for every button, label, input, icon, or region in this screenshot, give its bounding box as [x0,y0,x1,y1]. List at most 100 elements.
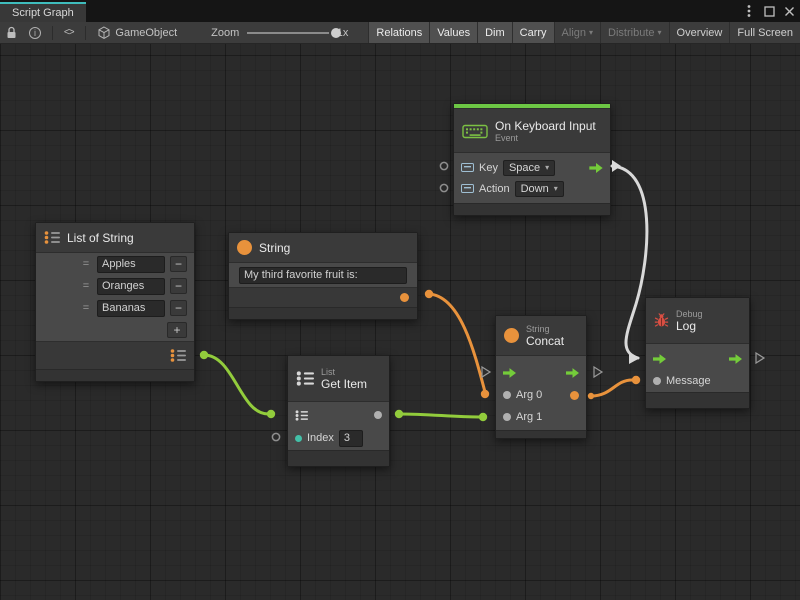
flow-in-arrow-icon[interactable] [503,368,516,378]
overview-button[interactable]: Overview [669,22,730,44]
node-bottom-strip [288,450,389,466]
kebab-menu-icon[interactable] [743,5,755,17]
node-get-item[interactable]: List Get Item Index [287,355,390,467]
node-title: On Keyboard Input [495,119,596,133]
action-value: Down [521,183,549,195]
reorder-handle-icon[interactable]: = [80,258,92,270]
caret-down-icon: ▾ [589,28,593,37]
string-value-row [229,263,417,287]
node-category: String [526,324,564,334]
index-label: Index [307,432,334,444]
keyboard-icon [462,123,488,139]
flow-out-arrow-icon[interactable] [729,354,742,364]
index-port-icon[interactable] [295,435,302,442]
title-bar: Script Graph [0,0,800,22]
list-item-input[interactable] [97,300,165,317]
zoom-slider[interactable] [247,26,329,40]
info-glyph: i [34,28,36,38]
carry-button[interactable]: Carry [512,22,554,44]
remove-item-button[interactable]: − [170,300,187,316]
node-string-literal[interactable]: String [228,232,418,320]
node-header: String Concat [496,316,586,356]
flow-row [496,362,586,384]
list-item-input[interactable] [97,278,165,295]
index-input[interactable] [339,430,363,447]
lock-icon[interactable] [0,22,23,44]
key-dropdown[interactable]: Space ▾ [503,160,555,176]
caret-down-icon: ▾ [658,28,662,37]
fullscreen-button[interactable]: Full Screen [729,22,800,44]
result-port-icon[interactable] [570,391,579,400]
list-item-input[interactable] [97,256,165,273]
remove-item-button[interactable]: − [170,256,187,272]
node-bottom-strip [36,369,194,381]
list-output-port-icon[interactable] [170,349,186,362]
values-button[interactable]: Values [429,22,477,44]
list-output-row [36,341,194,369]
toolbar-separator [52,26,53,40]
index-row: Index [288,426,389,450]
node-on-keyboard-input[interactable]: On Keyboard Input Event Key Space ▾ Acti… [453,103,611,216]
unity-cube-icon [98,26,110,39]
node-title: List of String [67,231,134,245]
add-item-row: + [36,319,194,341]
reorder-handle-icon[interactable]: = [80,280,92,292]
node-concat[interactable]: String Concat Arg 0 Arg 1 [495,315,587,439]
keycap-icon [461,184,474,193]
trigger-flow-out-icon[interactable] [589,163,603,173]
info-icon[interactable]: i [23,22,47,44]
flow-in-arrow-icon[interactable] [653,354,666,364]
arg1-label: Arg 1 [516,411,542,423]
bug-icon [654,313,669,328]
node-category: Debug [676,309,703,319]
key-label: Key [479,162,498,174]
arg1-row: Arg 1 [496,406,586,428]
list-input-port-icon[interactable] [295,410,308,421]
reorder-handle-icon[interactable]: = [80,302,92,314]
node-list-of-string[interactable]: List of String = − = − = − + [35,222,195,382]
arg1-port-icon[interactable] [503,413,511,421]
caret-down-icon: ▾ [554,184,558,193]
arg0-port-icon[interactable] [503,391,511,399]
remove-item-button[interactable]: − [170,278,187,294]
toolbar-toggle-group: Relations Values Dim Carry Align▾ Distri… [368,22,800,44]
list-icon-white [296,371,314,386]
string-value-input[interactable] [239,267,407,284]
string-output-row [229,287,417,307]
node-bottom-strip [496,430,586,438]
node-title: Log [676,319,703,333]
zoom-slider-track[interactable] [247,32,329,34]
zoom-label: Zoom [211,27,239,39]
message-port-icon[interactable] [653,377,661,385]
code-view-icon[interactable]: <> [58,22,80,44]
maximize-icon[interactable] [763,5,775,17]
action-row: Action Down ▾ [454,178,610,199]
node-bottom-strip [454,203,610,215]
close-icon[interactable] [783,5,795,17]
string-output-port-icon[interactable] [400,293,409,302]
node-category: List [321,367,367,377]
string-type-icon [237,240,252,255]
list-item-row: = − [36,253,194,275]
tab-script-graph[interactable]: Script Graph [0,2,86,22]
node-header: On Keyboard Input Event [454,109,610,153]
node-title: Concat [526,334,564,348]
flow-out-arrow-icon[interactable] [566,368,579,378]
action-dropdown[interactable]: Down ▾ [515,181,564,197]
dim-button[interactable]: Dim [477,22,512,44]
node-title: Get Item [321,377,367,391]
zoom-slider-thumb[interactable] [331,28,341,38]
item-output-port-icon[interactable] [374,411,382,419]
node-header: String [229,233,417,263]
toolbar-separator [85,26,86,40]
message-row: Message [646,370,749,392]
gameobject-chip[interactable]: GameObject [90,26,185,39]
graph-toolbar: i <> GameObject Zoom 1x Relations Values… [0,22,800,44]
align-button[interactable]: Align▾ [554,22,600,44]
distribute-button[interactable]: Distribute▾ [600,22,668,44]
relations-button[interactable]: Relations [368,22,429,44]
add-item-button[interactable]: + [167,322,187,338]
list-item-row: = − [36,275,194,297]
keycap-icon [461,163,474,172]
node-debug-log[interactable]: Debug Log Message [645,297,750,409]
